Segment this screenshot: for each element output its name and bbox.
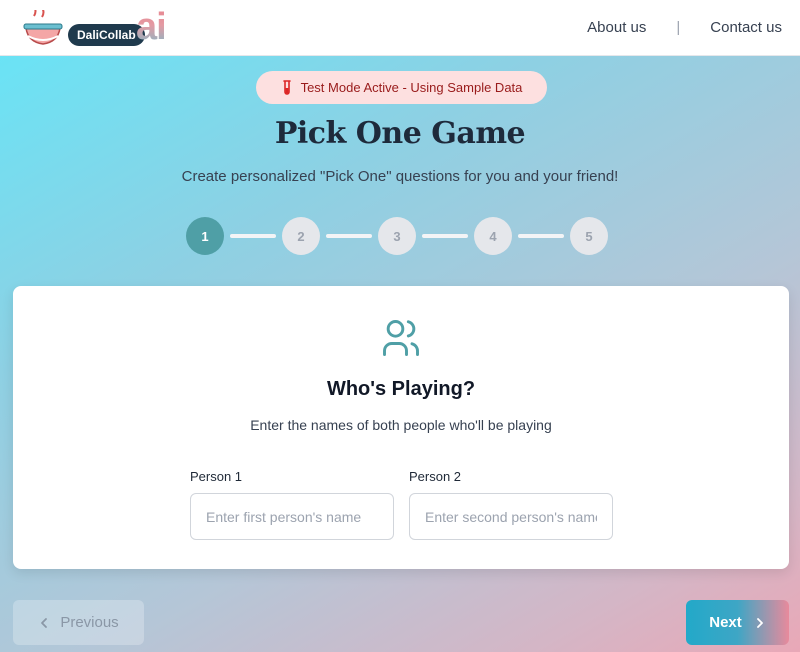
step-4: 4 bbox=[474, 217, 512, 255]
card-description: Enter the names of both people who'll be… bbox=[250, 417, 552, 433]
players-card: Who's Playing? Enter the names of both p… bbox=[13, 286, 789, 569]
top-nav-bar: DaliCollab ai About us | Contact us bbox=[0, 0, 800, 56]
person-2-label: Person 2 bbox=[409, 469, 462, 484]
test-mode-badge: Test Mode Active - Using Sample Data bbox=[256, 71, 547, 104]
nav-separator: | bbox=[676, 19, 681, 36]
next-button[interactable]: Next bbox=[686, 600, 789, 645]
step-3: 3 bbox=[378, 217, 416, 255]
next-label: Next bbox=[709, 614, 742, 631]
step-connector bbox=[518, 234, 564, 238]
brand-logo[interactable]: DaliCollab ai bbox=[20, 6, 170, 50]
brand-name: DaliCollab bbox=[68, 23, 145, 46]
nav-about-us[interactable]: About us bbox=[587, 19, 646, 36]
step-connector bbox=[230, 234, 276, 238]
step-5: 5 bbox=[570, 217, 608, 255]
main-nav: About us | Contact us bbox=[587, 19, 782, 36]
previous-button[interactable]: Previous bbox=[13, 600, 144, 645]
game-setup-area: Test Mode Active - Using Sample Data Pic… bbox=[0, 56, 800, 652]
page-title: Pick One Game bbox=[274, 116, 526, 151]
step-2: 2 bbox=[282, 217, 320, 255]
step-1: 1 bbox=[186, 217, 224, 255]
previous-label: Previous bbox=[60, 614, 119, 631]
brand-suffix: ai bbox=[136, 5, 167, 48]
chevron-left-icon bbox=[41, 617, 48, 628]
users-icon bbox=[383, 320, 419, 356]
step-connector bbox=[422, 234, 468, 238]
progress-stepper: 1 2 3 4 5 bbox=[186, 217, 608, 255]
person-1-input[interactable] bbox=[190, 493, 394, 540]
card-heading: Who's Playing? bbox=[326, 378, 476, 400]
test-tube-icon bbox=[282, 79, 291, 95]
test-mode-text: Test Mode Active - Using Sample Data bbox=[300, 80, 523, 95]
person-1-label: Person 1 bbox=[190, 469, 243, 484]
person-2-input[interactable] bbox=[409, 493, 613, 540]
nav-contact-us[interactable]: Contact us bbox=[710, 19, 782, 36]
chevron-right-icon bbox=[756, 617, 763, 628]
step-connector bbox=[326, 234, 372, 238]
page-subtitle: Create personalized "Pick One" questions… bbox=[181, 168, 619, 185]
